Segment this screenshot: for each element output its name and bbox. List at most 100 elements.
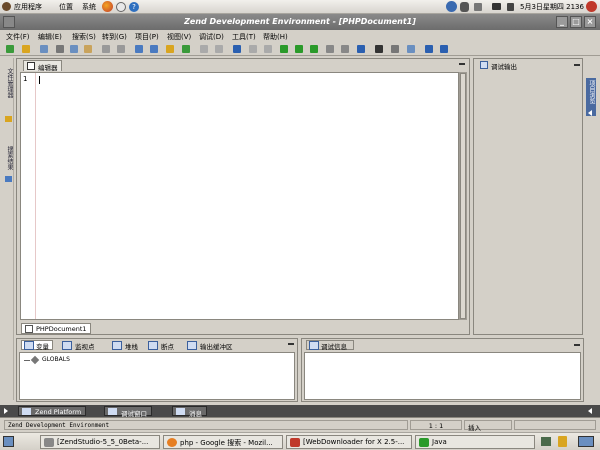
display-icon[interactable] [492, 3, 501, 10]
firefox-icon[interactable] [102, 1, 113, 12]
java-task-icon [419, 438, 429, 447]
step-up-icon[interactable] [249, 45, 257, 53]
cut-icon[interactable] [56, 45, 64, 53]
goto-icon[interactable] [166, 45, 174, 53]
tab-debug-messages[interactable]: 调试信息 [306, 340, 354, 351]
tab-debug-window[interactable]: 调试窗口 [104, 406, 152, 418]
fast-forward-icon[interactable] [310, 45, 318, 53]
tab-variables[interactable]: 变量 [21, 340, 53, 351]
speaker-icon[interactable] [507, 3, 514, 11]
tab-document[interactable]: PHPDocument1 [21, 323, 91, 334]
tab-messages[interactable]: 消息 [172, 406, 207, 418]
open-file-icon[interactable] [22, 45, 30, 53]
user-icon[interactable] [460, 2, 469, 12]
menu-view[interactable]: 视图(V) [167, 32, 191, 42]
paste-icon[interactable] [84, 45, 92, 53]
forward-icon[interactable] [215, 45, 223, 53]
close-button[interactable]: × [584, 16, 596, 28]
clock[interactable]: 5月3日星期四 2136 [520, 2, 584, 12]
window-title-bar: Zend Development Environment - [PHPDocum… [0, 14, 600, 30]
network-icon[interactable] [446, 1, 457, 12]
task-zendstudio[interactable]: [ZendStudio-5_5_0Beta-... [40, 435, 160, 449]
help-icon[interactable]: ? [129, 2, 139, 12]
play-icon[interactable] [280, 45, 288, 53]
foot-logo-icon[interactable] [2, 2, 11, 11]
bottom-left-minimize-icon[interactable] [288, 343, 294, 345]
context-help-icon[interactable] [440, 45, 448, 53]
php-file-icon [25, 325, 33, 333]
right-strip-project-browser: 项目浏览 [588, 80, 595, 104]
menu-system[interactable]: 系统 [82, 2, 96, 12]
run-to-icon[interactable] [233, 45, 241, 53]
pause-icon[interactable] [341, 45, 349, 53]
debug-output-minimize-icon[interactable] [574, 64, 580, 66]
volume-icon[interactable] [474, 3, 482, 11]
menu-edit[interactable]: 编辑(E) [38, 32, 62, 42]
redo-icon[interactable] [117, 45, 125, 53]
tab-debug-output[interactable]: 调试输出 [477, 60, 520, 71]
step-down-icon[interactable] [264, 45, 272, 53]
tree-item-globals[interactable]: GLOBALS [42, 356, 70, 363]
right-side-strip: 项目浏览 [585, 58, 597, 400]
mail-icon[interactable] [116, 2, 126, 12]
tool-icon[interactable] [375, 45, 383, 53]
right-arrow-icon[interactable] [588, 408, 592, 414]
copy-icon[interactable] [70, 45, 78, 53]
editor-vertical-scrollbar[interactable] [459, 72, 467, 320]
find-icon[interactable] [135, 45, 143, 53]
variables-tree[interactable]: GLOBALS [19, 352, 295, 400]
notification-icon[interactable] [578, 436, 594, 447]
stop-icon[interactable] [326, 45, 334, 53]
step-over-icon[interactable] [295, 45, 303, 53]
tab-watches[interactable]: 监视点 [62, 341, 95, 351]
window-icon[interactable] [407, 45, 415, 53]
refresh-icon[interactable] [182, 45, 190, 53]
tab-breakpoints[interactable]: 断点 [148, 341, 174, 351]
replace-icon[interactable] [150, 45, 158, 53]
settings-icon[interactable] [391, 45, 399, 53]
tab-stack[interactable]: 堆栈 [112, 341, 138, 351]
collapse-arrow-icon[interactable] [588, 110, 592, 116]
back-icon[interactable] [200, 45, 208, 53]
left-strip-file-manager[interactable]: 文件管理器 [5, 68, 14, 98]
shutdown-icon[interactable] [586, 1, 597, 12]
tab-editor[interactable]: 编辑器 [23, 60, 62, 72]
help-icon[interactable] [425, 45, 433, 53]
undo-icon[interactable] [102, 45, 110, 53]
menu-help[interactable]: 帮助(H) [263, 32, 288, 42]
workspace-switcher-icon[interactable] [541, 437, 551, 446]
new-file-icon[interactable] [6, 45, 14, 53]
save-icon[interactable] [40, 45, 48, 53]
scrollbar-thumb[interactable] [460, 73, 466, 319]
trash-icon[interactable] [558, 436, 567, 447]
left-strip-search-results[interactable]: 搜索结果 [5, 146, 14, 170]
menu-applications[interactable]: 应用程序 [14, 2, 42, 12]
debug-messages-minimize-icon[interactable] [574, 344, 580, 346]
bottom-tab-bar: Zend Platform 调试窗口 消息 [0, 405, 600, 418]
code-editor[interactable]: 1 [20, 72, 459, 320]
stack-icon [112, 341, 122, 350]
minimize-button[interactable]: _ [556, 16, 568, 28]
debug-messages-area[interactable] [304, 352, 581, 400]
tab-output-buffer[interactable]: 输出缓冲区 [187, 341, 233, 351]
task-webdownloader[interactable]: [WebDownloader for X 2.5-... [286, 435, 412, 449]
show-desktop-icon[interactable] [3, 436, 14, 447]
task-java[interactable]: Java [415, 435, 535, 449]
text-cursor [39, 76, 40, 84]
left-arrow-icon[interactable] [4, 408, 8, 414]
menu-file[interactable]: 文件(F) [6, 32, 30, 42]
editor-minimize-icon[interactable] [459, 63, 465, 65]
search-results-icon[interactable] [5, 176, 12, 182]
tree-expand-icon[interactable] [24, 360, 30, 361]
menu-project[interactable]: 项目(P) [135, 32, 159, 42]
task-firefox[interactable]: php - Google 搜索 - Mozil... [163, 435, 283, 449]
tab-zend-platform[interactable]: Zend Platform [18, 406, 87, 416]
folder-icon[interactable] [5, 116, 12, 122]
menu-debug[interactable]: 调试(D) [199, 32, 224, 42]
menu-goto[interactable]: 转到(G) [102, 32, 127, 42]
menu-places[interactable]: 位置 [59, 2, 73, 12]
menu-tools[interactable]: 工具(T) [232, 32, 256, 42]
profiler-icon[interactable] [357, 45, 365, 53]
maximize-button[interactable]: □ [570, 16, 582, 28]
menu-search[interactable]: 搜索(S) [72, 32, 96, 42]
